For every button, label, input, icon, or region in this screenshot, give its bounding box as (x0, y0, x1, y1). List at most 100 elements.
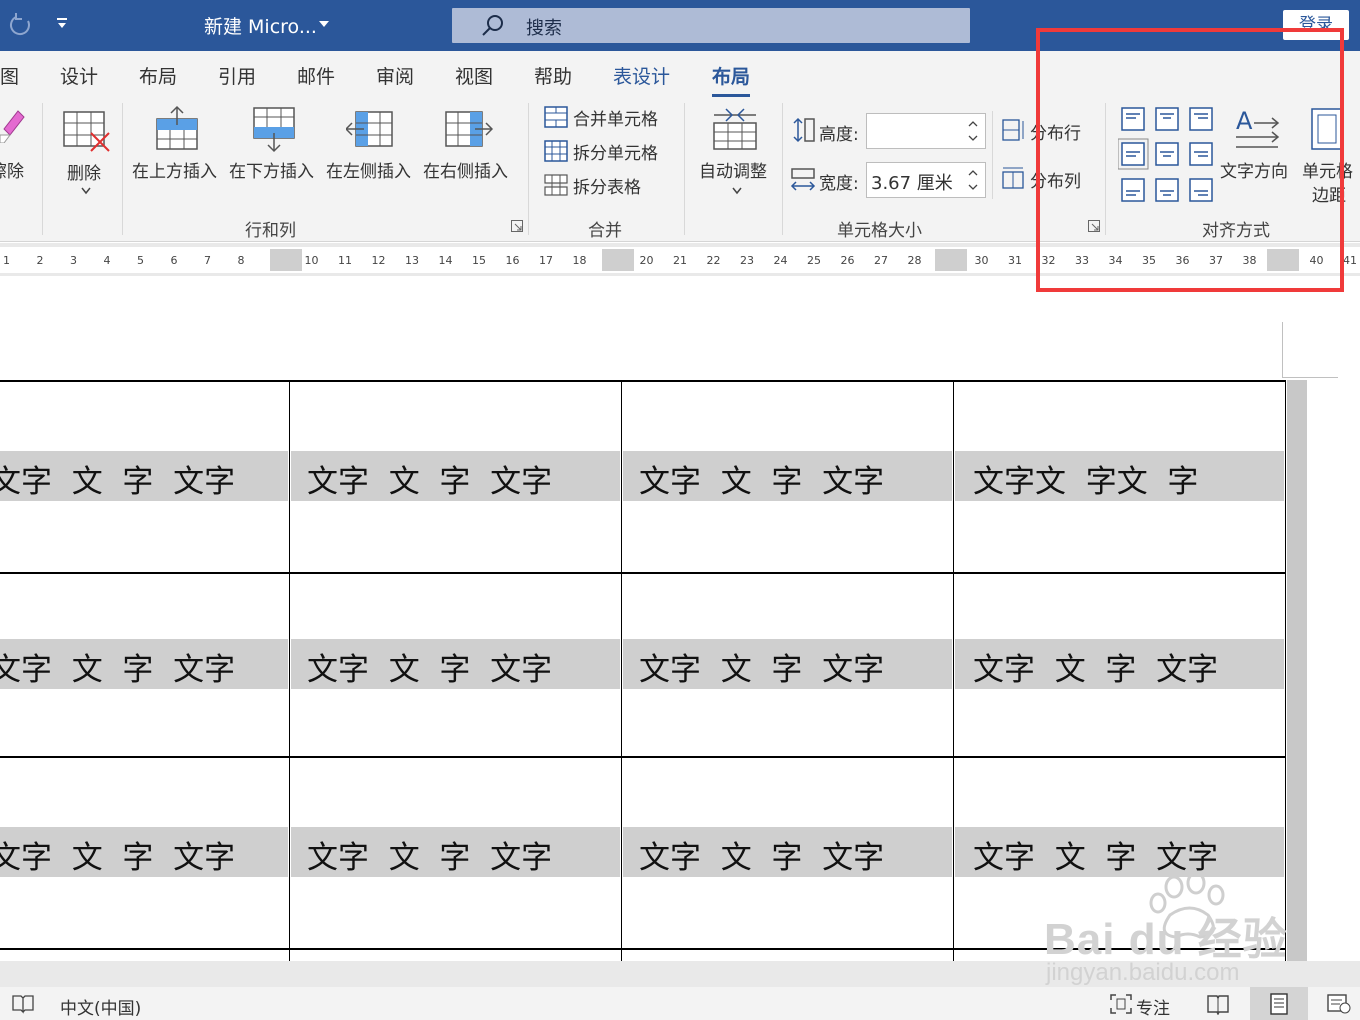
insert-below-label: 在下方插入 (229, 162, 314, 182)
insert-above-button[interactable]: 在上方插入 (132, 103, 224, 193)
insert-above-label: 在上方插入 (132, 162, 217, 182)
watermark: Bai du 经验 jingyan.baidu.com (1040, 875, 1290, 990)
tab-table-layout[interactable]: 布局 (712, 62, 751, 97)
search-box[interactable]: 搜索 (452, 8, 970, 43)
tab-references[interactable]: 引用 (218, 62, 256, 89)
table-cell[interactable]: 文字 文 字 文字 (639, 456, 884, 501)
table-row-border (0, 572, 1286, 574)
chevron-down-icon[interactable] (318, 19, 330, 29)
split-table-icon (544, 174, 568, 196)
split-cells-icon (544, 140, 568, 162)
table-cell[interactable]: 文字 文 字 文字 (0, 644, 235, 689)
spinner-icon[interactable] (967, 167, 979, 193)
table-cell[interactable]: 文字 文 字 文字 (307, 832, 552, 877)
table-cell[interactable]: 文字 文 字 文字 (307, 644, 552, 689)
vertical-scrollbar[interactable] (1287, 380, 1307, 961)
table-cell[interactable]: 文字 文 字 文字 (973, 832, 1218, 877)
watermark-url: jingyan.baidu.com (1046, 959, 1240, 986)
customize-qat-icon[interactable] (55, 16, 71, 32)
ruler-number: 6 (170, 254, 178, 267)
language-indicator[interactable]: 中文(中国) (60, 994, 141, 1019)
ruler-number: 22 (706, 254, 721, 267)
focus-button[interactable]: 专注 (1136, 994, 1170, 1019)
ruler-number: 21 (673, 254, 687, 267)
ruler-number: 14 (438, 254, 453, 267)
tab-draw[interactable]: 图 (0, 62, 19, 89)
eraser-button[interactable]: 擦除 (0, 103, 30, 193)
web-layout-icon[interactable] (1326, 993, 1352, 1015)
table-cell[interactable]: 文字 文 字 文字 (307, 456, 552, 501)
ruler-number: 28 (907, 254, 922, 267)
table-cell[interactable]: 文字 文 字 文字 (0, 456, 235, 501)
column-marker[interactable] (935, 249, 967, 271)
proofing-icon[interactable] (11, 994, 35, 1014)
ruler-number: 5 (137, 254, 144, 267)
eraser-label: 擦除 (0, 162, 24, 182)
eraser-icon (0, 110, 25, 143)
ruler-number: 18 (572, 254, 587, 267)
tab-layout[interactable]: 布局 (139, 62, 177, 89)
highlight-box (1036, 28, 1344, 292)
tab-view[interactable]: 视图 (455, 62, 493, 89)
tab-table-design[interactable]: 表设计 (613, 62, 670, 89)
merge-cells-icon (544, 106, 568, 128)
ruler-number: 4 (103, 254, 111, 267)
insert-below-icon (253, 107, 295, 153)
document-title[interactable]: 新建 Micro... (204, 12, 317, 39)
tab-mailings[interactable]: 邮件 (297, 62, 335, 89)
document-canvas[interactable]: 文字 文 字 文字 文字 文 字 文字 文字 文 字 文字 文字文 字文 字文字 文 … (0, 276, 1360, 961)
width-input[interactable]: 3.67 厘米 (866, 162, 986, 198)
tab-review[interactable]: 审阅 (376, 62, 414, 89)
ruler-number: 3 (70, 254, 77, 267)
dialog-launcher-icon[interactable] (511, 220, 523, 232)
ruler-number: 26 (840, 254, 855, 267)
read-mode-icon[interactable] (1206, 993, 1230, 1015)
column-marker[interactable] (602, 249, 634, 271)
autofit-icon (713, 108, 757, 150)
tab-design[interactable]: 设计 (60, 62, 98, 89)
ruler-number: 8 (237, 254, 245, 267)
split-table-label: 拆分表格 (573, 178, 641, 198)
table-cell[interactable]: 文字文 字文 字 (973, 456, 1198, 501)
insert-below-button[interactable]: 在下方插入 (229, 103, 321, 193)
table-column-border (621, 380, 622, 961)
ruler-number: 27 (874, 254, 888, 267)
insert-right-button[interactable]: 在右侧插入 (423, 103, 515, 193)
row-height-icon (793, 117, 815, 143)
ruler-number: 16 (505, 254, 520, 267)
merge-cells-button[interactable]: 合并单元格 (544, 104, 670, 130)
column-marker[interactable] (270, 249, 302, 271)
ruler-number: 24 (773, 254, 788, 267)
height-input[interactable] (866, 113, 986, 149)
delete-button[interactable]: 删除 (60, 103, 114, 203)
ruler-number: 12 (371, 254, 386, 267)
ruler-number: 20 (639, 254, 654, 267)
search-placeholder: 搜索 (526, 18, 562, 39)
insert-left-button[interactable]: 在左侧插入 (326, 103, 418, 193)
distribute-rows-icon (1002, 119, 1024, 141)
table-cell[interactable]: 文字 文 字 文字 (639, 832, 884, 877)
table-column-border (1285, 380, 1286, 961)
table-cell[interactable]: 文字 文 字 文字 (973, 644, 1218, 689)
ruler-number: 10 (304, 254, 319, 267)
table-cell[interactable]: 文字 文 字 文字 (0, 832, 235, 877)
autofit-button[interactable]: 自动调整 (698, 103, 776, 203)
distribute-columns-icon (1002, 167, 1024, 189)
tab-help[interactable]: 帮助 (534, 62, 572, 89)
split-cells-button[interactable]: 拆分单元格 (544, 138, 670, 164)
delete-label: 删除 (67, 164, 101, 184)
spinner-icon[interactable] (967, 118, 979, 144)
group-label-cell-size: 单元格大小 (837, 221, 922, 241)
chevron-down-icon (81, 187, 91, 195)
print-layout-button[interactable] (1250, 987, 1308, 1020)
ruler-number: 1 (3, 254, 10, 267)
chevron-down-icon (732, 187, 742, 195)
split-cells-label: 拆分单元格 (573, 144, 658, 164)
insert-left-icon (346, 111, 393, 147)
table-cell[interactable]: 文字 文 字 文字 (639, 644, 884, 689)
split-table-button[interactable]: 拆分表格 (544, 172, 654, 198)
height-label: 高度: (819, 125, 859, 145)
redo-icon[interactable] (6, 11, 34, 39)
ruler-number: 7 (204, 254, 211, 267)
table-column-border (289, 380, 290, 961)
